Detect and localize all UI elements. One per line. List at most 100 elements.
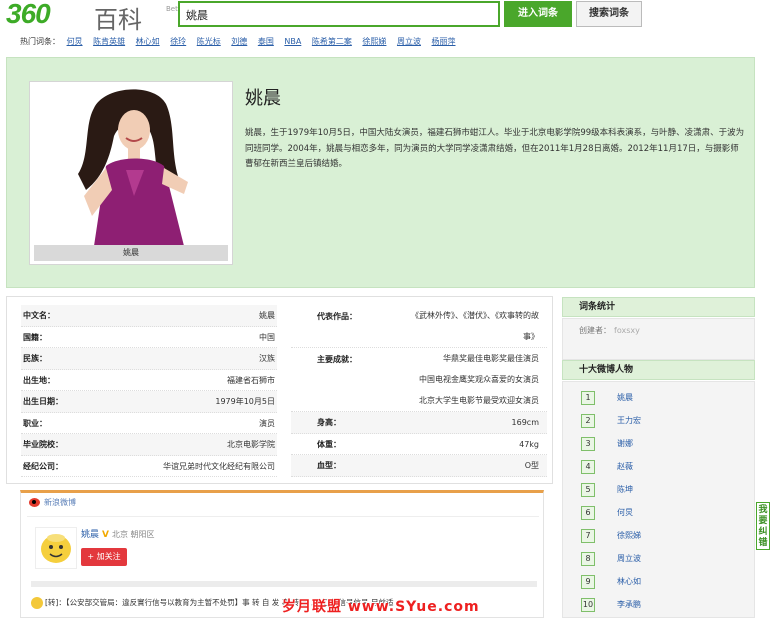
hot-entry-link[interactable]: 陈光标 xyxy=(197,37,221,46)
rank-number: 8 xyxy=(581,552,595,566)
page-title: 姚晨 xyxy=(245,88,281,109)
weibo-separator xyxy=(31,581,537,587)
entry-summary-panel: 姚晨 姚晨 姚晨，生于1979年10月5日，中国大陆女演员，福建石狮市蚶江人。毕… xyxy=(6,57,755,288)
info-row: 国籍： 中国 xyxy=(21,327,277,348)
hot-entry-link[interactable]: 陈肯英雄 xyxy=(93,37,125,46)
hot-entry-link[interactable]: 泰国 xyxy=(258,37,274,46)
info-value: 汉族 xyxy=(259,354,275,363)
basic-info-table: 中文名： 姚晨 国籍： 中国 民族： 汉族 出生地： 福建省石狮市 出生日期： 1979年… xyxy=(6,296,553,484)
info-row: 出生日期： 1979年10月5日 xyxy=(21,391,277,413)
weibo-header[interactable]: 新浪微博 xyxy=(29,497,76,508)
info-row: 毕业院校： 北京电影学院 xyxy=(21,434,277,456)
rank-number: 9 xyxy=(581,575,595,589)
info-key: 经纪公司： xyxy=(23,461,63,471)
entry-stats-box: 创建者： foxsxy xyxy=(562,318,755,360)
info-value: 姚晨 xyxy=(259,311,275,320)
portrait-caption: 姚晨 xyxy=(34,245,228,261)
info-row: 中文名： 姚晨 xyxy=(21,305,277,327)
rank-name[interactable]: 姚晨 xyxy=(617,392,633,403)
rank-number: 3 xyxy=(581,437,595,451)
rank-name[interactable]: 陈坤 xyxy=(617,484,633,495)
entry-summary-text: 姚晨，生于1979年10月5日，中国大陆女演员，福建石狮市蚶江人。毕业于北京电影… xyxy=(245,128,745,169)
info-key: 出生地： xyxy=(23,375,55,385)
rank-name[interactable]: 徐熙娣 xyxy=(617,530,641,541)
info-row: 血型： O型 xyxy=(291,455,547,477)
awards-row: 主要成就： 华鼎奖最佳电影奖最佳演员 中国电视金鹰奖观众喜爱的女演员 北京大学生… xyxy=(291,348,547,412)
info-key: 职业： xyxy=(23,418,47,428)
portrait-frame[interactable]: 姚晨 xyxy=(29,81,233,265)
award-line: 中国电视金鹰奖观众喜爱的女演员 xyxy=(419,375,539,384)
top-weibo-header: 十大微博人物 xyxy=(562,360,755,380)
rank-number: 1 xyxy=(581,391,595,405)
info-row: 职业： 演员 xyxy=(21,413,277,434)
list-item: 6 何炅 xyxy=(563,501,754,524)
rank-name[interactable]: 谢娜 xyxy=(617,438,633,449)
info-key: 毕业院校： xyxy=(23,440,63,449)
divider xyxy=(27,516,539,517)
weibo-header-label: 新浪微博 xyxy=(44,498,76,507)
hot-entries-bar: 热门词条： 何炅 陈肯英雄 林心如 徐玲 陈光标 刘德 泰国 NBA 陈希第二案… xyxy=(20,36,464,47)
info-key: 出生日期： xyxy=(23,397,63,406)
rank-name[interactable]: 林心如 xyxy=(617,576,641,587)
creator-label: 创建者： xyxy=(579,326,611,335)
list-item: 8 周立波 xyxy=(563,547,754,570)
top-weibo-list: 1 姚晨 2 王力宏 3 谢娜 4 赵薇 5 陈坤 6 何炅 7 徐熙娣 8 周立波 9 林心如 … xyxy=(562,381,755,618)
rank-name[interactable]: 李承鹏 xyxy=(617,599,641,610)
info-value: 47kg xyxy=(519,439,539,449)
info-key: 中文名： xyxy=(23,311,55,320)
info-value: 北京电影学院 xyxy=(227,440,275,449)
info-key: 国籍： xyxy=(23,332,47,342)
info-row: 民族： 汉族 xyxy=(21,348,277,370)
list-item: 10 李承鹏 xyxy=(563,593,754,616)
rank-name[interactable]: 赵薇 xyxy=(617,461,633,472)
list-item: 7 徐熙娣 xyxy=(563,524,754,547)
rank-name[interactable]: 周立波 xyxy=(617,553,641,564)
rank-number: 10 xyxy=(581,598,595,612)
portrait-photo[interactable] xyxy=(34,86,228,246)
info-row: 经纪公司： 华谊兄弟时代文化经纪有限公司 xyxy=(21,456,277,477)
hot-entry-link[interactable]: 徐熙娣 xyxy=(362,37,386,46)
info-key: 血型： xyxy=(317,461,341,470)
rank-number: 6 xyxy=(581,506,595,520)
works-row: 代表作品： 《武林外传》、《潜伏》、《欢事转的故 事》 xyxy=(291,305,547,348)
hot-entry-link[interactable]: 何炅 xyxy=(67,37,83,46)
emoji-icon xyxy=(31,597,43,609)
hot-entry-link[interactable]: 林心如 xyxy=(136,37,160,46)
search-input[interactable]: 姚晨 xyxy=(178,1,500,27)
info-value: O型 xyxy=(524,461,539,470)
hot-entry-link[interactable]: 刘德 xyxy=(231,37,247,46)
creator-line: 创建者： foxsxy xyxy=(563,319,754,357)
verified-icon: V xyxy=(102,530,109,540)
hot-entry-link[interactable]: 陈希第二案 xyxy=(312,37,352,46)
weibo-icon xyxy=(29,498,40,507)
weibo-user: 姚晨 V 北京 朝阳区 xyxy=(81,527,155,540)
weibo-user-name[interactable]: 姚晨 xyxy=(81,530,99,540)
list-item: 1 姚晨 xyxy=(563,386,754,409)
info-right-column: 代表作品： 《武林外传》、《潜伏》、《欢事转的故 事》 主要成就： 华鼎奖最佳电… xyxy=(291,305,547,477)
info-key: 身高： xyxy=(317,418,341,427)
rank-number: 4 xyxy=(581,460,595,474)
rank-number: 2 xyxy=(581,414,595,428)
hot-entry-link[interactable]: 杨丽萍 xyxy=(432,37,456,46)
creator-name[interactable]: foxsxy xyxy=(614,326,640,335)
search-entry-button[interactable]: 搜索词条 xyxy=(576,1,642,27)
info-value: 演员 xyxy=(259,418,275,428)
site-logo[interactable]: 360 百科 Beta xyxy=(6,0,182,34)
hot-entry-link[interactable]: 徐玲 xyxy=(170,37,186,46)
works-line: 事》 xyxy=(523,332,539,341)
rank-name[interactable]: 王力宏 xyxy=(617,415,641,426)
avatar[interactable] xyxy=(35,527,77,569)
feedback-button[interactable]: 我要纠错 xyxy=(756,502,770,550)
list-item: 5 陈坤 xyxy=(563,478,754,501)
info-value: 1979年10月5日 xyxy=(215,397,275,406)
info-value: 169cm xyxy=(511,418,539,427)
info-key: 代表作品： xyxy=(317,312,357,321)
info-value: 中国 xyxy=(259,332,275,342)
rank-name[interactable]: 何炅 xyxy=(617,507,633,518)
rank-number: 7 xyxy=(581,529,595,543)
enter-entry-button[interactable]: 进入词条 xyxy=(504,1,572,27)
hot-entry-link[interactable]: NBA xyxy=(284,37,301,46)
follow-button[interactable]: + 加关注 xyxy=(81,548,127,566)
hot-entry-link[interactable]: 周立波 xyxy=(397,37,421,46)
logo-text: 百科 xyxy=(94,6,142,34)
